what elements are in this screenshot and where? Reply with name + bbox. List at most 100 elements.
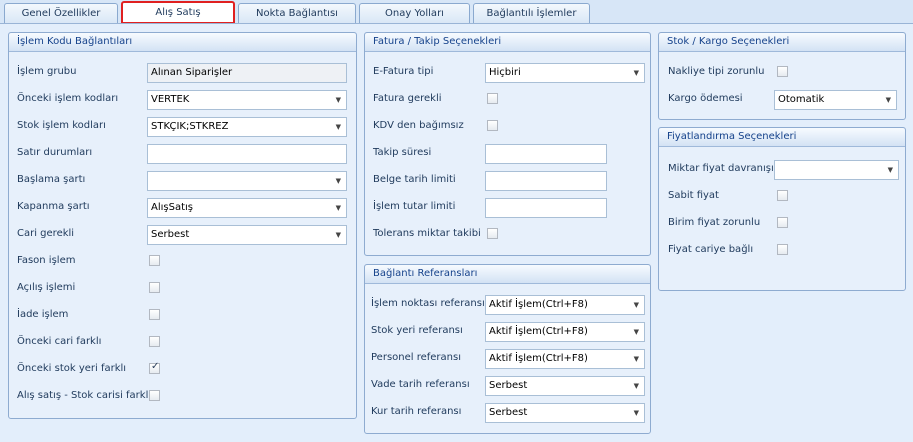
row-miktar-fiyat-davranisi: Miktar fiyat davranışı ▼ xyxy=(659,160,905,180)
group-title: Stok / Kargo Seçenekleri xyxy=(659,33,905,52)
chevron-down-icon[interactable]: ▼ xyxy=(336,118,341,136)
label-stok-yeri-ref: Stok yeri referansı xyxy=(371,325,463,336)
label-satir-durumlari: Satır durumları xyxy=(17,147,93,158)
chevron-down-icon[interactable]: ▼ xyxy=(336,199,341,217)
row-birim-fiyat-zorunlu: Birim fiyat zorunlu xyxy=(659,214,905,234)
stok-yeri-ref-dropdown[interactable]: Aktif İşlem(Ctrl+F8) ▼ xyxy=(485,322,645,342)
chevron-down-icon[interactable]: ▼ xyxy=(634,323,639,341)
label-fatura-gerekli: Fatura gerekli xyxy=(373,93,442,104)
label-efatura-tipi: E-Fatura tipi xyxy=(373,66,434,77)
row-alis-satis-stok-carisi: Alış satış - Stok carisi farklı xyxy=(9,387,356,407)
onceki-cari-farkli-checkbox[interactable] xyxy=(149,336,160,347)
row-efatura-tipi: E-Fatura tipi Hiçbiri ▼ xyxy=(365,63,650,83)
row-onceki-stok-yeri-farkli: Önceki stok yeri farklı xyxy=(9,360,356,380)
stok-islem-dropdown[interactable]: STKÇIK;STKREZ ▼ xyxy=(147,117,347,137)
tab-onay-yollari[interactable]: Onay Yolları xyxy=(359,3,470,23)
tab-content: İşlem Kodu Bağlantıları İşlem grubu Alın… xyxy=(0,23,913,442)
kargo-odemesi-dropdown[interactable]: Otomatik ▼ xyxy=(774,90,897,110)
tolerans-miktar-takibi-checkbox[interactable] xyxy=(487,228,498,239)
fatura-gerekli-checkbox[interactable] xyxy=(487,93,498,104)
label-iade-islem: İade işlem xyxy=(17,309,69,320)
label-stok-islem: Stok işlem kodları xyxy=(17,120,106,131)
group-title: Bağlantı Referansları xyxy=(365,265,650,284)
fason-islem-checkbox[interactable] xyxy=(149,255,160,266)
sabit-fiyat-checkbox[interactable] xyxy=(777,190,788,201)
group-fatura-takip: Fatura / Takip Seçenekleri E-Fatura tipi… xyxy=(364,32,651,256)
row-kur-tarih-ref: Kur tarih referansı Serbest ▼ xyxy=(365,403,650,423)
dropdown-value: Serbest xyxy=(489,407,528,418)
dropdown-value: Aktif İşlem(Ctrl+F8) xyxy=(489,353,588,364)
acilis-islemi-checkbox[interactable] xyxy=(149,282,160,293)
label-acilis-islemi: Açılış işlemi xyxy=(17,282,76,293)
iade-islem-checkbox[interactable] xyxy=(149,309,160,320)
label-sabit-fiyat: Sabit fiyat xyxy=(668,190,719,201)
label-cari-gerekli: Cari gerekli xyxy=(17,228,75,239)
chevron-down-icon[interactable]: ▼ xyxy=(886,91,891,109)
chevron-down-icon[interactable]: ▼ xyxy=(336,91,341,109)
dropdown-value: Aktif İşlem(Ctrl+F8) xyxy=(489,326,588,337)
tab-alis-satis[interactable]: Alış Satış xyxy=(121,1,235,24)
takip-suresi-input[interactable] xyxy=(485,144,607,164)
label-vade-tarih-ref: Vade tarih referansı xyxy=(371,379,470,390)
row-belge-tarih-limiti: Belge tarih limiti xyxy=(365,171,650,191)
vade-tarih-ref-dropdown[interactable]: Serbest ▼ xyxy=(485,376,645,396)
alis-satis-stok-carisi-checkbox[interactable] xyxy=(149,390,160,401)
label-miktar-fiyat-davranisi: Miktar fiyat davranışı xyxy=(668,163,774,174)
dropdown-value: Serbest xyxy=(489,380,528,391)
efatura-tipi-dropdown[interactable]: Hiçbiri ▼ xyxy=(485,63,645,83)
miktar-fiyat-davranisi-dropdown[interactable]: ▼ xyxy=(774,160,899,180)
row-stok-islem: Stok işlem kodları STKÇIK;STKREZ ▼ xyxy=(9,117,356,137)
onceki-islem-dropdown[interactable]: VERTEK ▼ xyxy=(147,90,347,110)
islem-noktasi-ref-dropdown[interactable]: Aktif İşlem(Ctrl+F8) ▼ xyxy=(485,295,645,315)
chevron-down-icon[interactable]: ▼ xyxy=(336,172,341,190)
kapanma-sarti-dropdown[interactable]: AlışSatış ▼ xyxy=(147,198,347,218)
chevron-down-icon[interactable]: ▼ xyxy=(634,296,639,314)
fiyat-cariye-bagli-checkbox[interactable] xyxy=(777,244,788,255)
personel-ref-dropdown[interactable]: Aktif İşlem(Ctrl+F8) ▼ xyxy=(485,349,645,369)
birim-fiyat-zorunlu-checkbox[interactable] xyxy=(777,217,788,228)
row-stok-yeri-ref: Stok yeri referansı Aktif İşlem(Ctrl+F8)… xyxy=(365,322,650,342)
label-alis-satis-stok-carisi: Alış satış - Stok carisi farklı xyxy=(17,390,152,401)
onceki-stok-yeri-farkli-checkbox[interactable] xyxy=(149,361,160,374)
row-islem-grubu: İşlem grubu Alınan Siparişler xyxy=(9,63,356,83)
dropdown-value: Hiçbiri xyxy=(489,67,521,78)
label-islem-tutar-limiti: İşlem tutar limiti xyxy=(373,201,456,212)
chevron-down-icon[interactable]: ▼ xyxy=(336,226,341,244)
label-kargo-odemesi: Kargo ödemesi xyxy=(668,93,743,104)
row-takip-suresi: Takip süresi xyxy=(365,144,650,164)
dropdown-value: Otomatik xyxy=(778,94,825,105)
baslama-sarti-dropdown[interactable]: ▼ xyxy=(147,171,347,191)
row-vade-tarih-ref: Vade tarih referansı Serbest ▼ xyxy=(365,376,650,396)
chevron-down-icon[interactable]: ▼ xyxy=(634,377,639,395)
label-onceki-stok-yeri-farkli: Önceki stok yeri farklı xyxy=(17,363,127,374)
group-title: İşlem Kodu Bağlantıları xyxy=(9,33,356,52)
row-onceki-cari-farkli: Önceki cari farklı xyxy=(9,333,356,353)
chevron-down-icon[interactable]: ▼ xyxy=(634,404,639,422)
label-takip-suresi: Takip süresi xyxy=(373,147,432,158)
islem-tutar-limiti-input[interactable] xyxy=(485,198,607,218)
nakliye-tipi-zorunlu-checkbox[interactable] xyxy=(777,66,788,77)
label-onceki-cari-farkli: Önceki cari farklı xyxy=(17,336,102,347)
row-kargo-odemesi: Kargo ödemesi Otomatik ▼ xyxy=(659,90,905,110)
chevron-down-icon[interactable]: ▼ xyxy=(634,350,639,368)
tab-nokta-baglantisi[interactable]: Nokta Bağlantısı xyxy=(238,3,356,23)
label-fason-islem: Fason işlem xyxy=(17,255,76,266)
cari-gerekli-dropdown[interactable]: Serbest ▼ xyxy=(147,225,347,245)
satir-durumlari-input[interactable] xyxy=(147,144,347,164)
row-kdv-den-bagimsiz: KDV den bağımsız xyxy=(365,117,650,137)
kdv-den-bagimsiz-checkbox[interactable] xyxy=(487,120,498,131)
row-fatura-gerekli: Fatura gerekli xyxy=(365,90,650,110)
kur-tarih-ref-dropdown[interactable]: Serbest ▼ xyxy=(485,403,645,423)
row-acilis-islemi: Açılış işlemi xyxy=(9,279,356,299)
row-nakliye-tipi-zorunlu: Nakliye tipi zorunlu xyxy=(659,63,905,83)
row-islem-tutar-limiti: İşlem tutar limiti xyxy=(365,198,650,218)
belge-tarih-limiti-input[interactable] xyxy=(485,171,607,191)
tab-baglantili-islemler[interactable]: Bağlantılı İşlemler xyxy=(473,3,590,23)
row-iade-islem: İade işlem xyxy=(9,306,356,326)
row-tolerans-miktar-takibi: Tolerans miktar takibi xyxy=(365,225,650,245)
chevron-down-icon[interactable]: ▼ xyxy=(888,161,893,179)
chevron-down-icon[interactable]: ▼ xyxy=(634,64,639,82)
tab-genel-ozellikler[interactable]: Genel Özellikler xyxy=(4,3,118,23)
dropdown-value: AlışSatış xyxy=(151,202,193,213)
label-fiyat-cariye-bagli: Fiyat cariye bağlı xyxy=(668,244,754,255)
